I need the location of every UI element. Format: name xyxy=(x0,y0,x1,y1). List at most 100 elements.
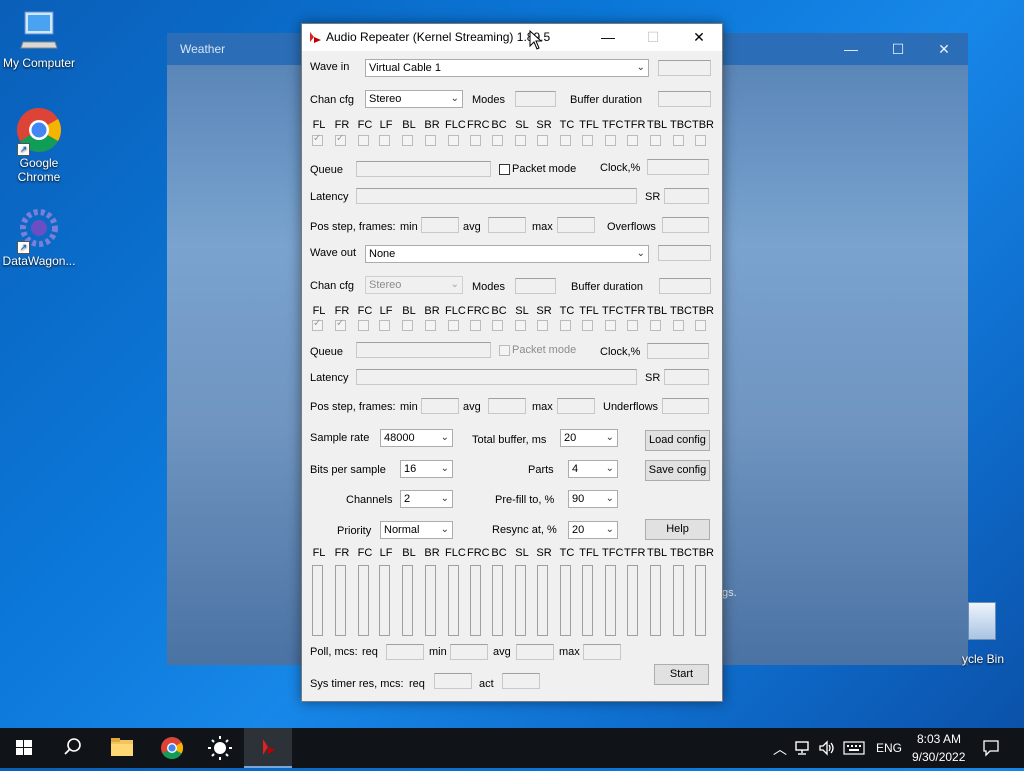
wave-in-channel-checkbox-tbl[interactable] xyxy=(650,135,661,146)
start-button[interactable]: Start xyxy=(654,664,709,685)
total-buffer-label: Total buffer, ms xyxy=(472,434,547,446)
file-explorer-taskbar-button[interactable] xyxy=(98,728,146,768)
weather-taskbar-button[interactable] xyxy=(196,728,244,768)
level-meter-frc xyxy=(470,565,481,636)
desktop-icon-my-computer[interactable]: My Computer xyxy=(1,8,77,70)
wave-out-channel-checkbox-fr[interactable]: ✓ xyxy=(335,318,346,331)
chevron-up-icon[interactable]: ︿ xyxy=(773,739,787,759)
minimize-icon[interactable]: — xyxy=(598,28,618,46)
clock-time[interactable]: 8:03 AM xyxy=(917,732,961,746)
sample-rate-select[interactable]: 48000 ⌄ xyxy=(380,429,453,447)
parts-value: 4 xyxy=(572,463,579,475)
help-button[interactable]: Help xyxy=(645,519,710,540)
wave-in-channel-checkbox-frc[interactable] xyxy=(470,135,481,146)
wave-out-channel-checkbox-tfr[interactable] xyxy=(627,320,638,331)
desktop-icon-google-chrome[interactable]: ↗ Google Chrome xyxy=(1,106,77,184)
wave-out-channel-checkbox-bl[interactable] xyxy=(402,320,413,331)
wave-in-channel-checkbox-tfc[interactable] xyxy=(605,135,616,146)
language-indicator[interactable]: ENG xyxy=(876,741,902,755)
wave-out-channel-checkbox-bc[interactable] xyxy=(492,320,503,331)
wave-in-channel-checkbox-tbc[interactable] xyxy=(673,135,684,146)
wave-out-channel-checkbox-tbc[interactable] xyxy=(673,320,684,331)
chrome-taskbar-button[interactable] xyxy=(148,728,196,768)
wave-out-channel-label-frc: FRC xyxy=(467,305,490,317)
checkmark-icon: ✓ xyxy=(313,318,322,329)
wave-in-channel-checkbox-tfl[interactable] xyxy=(582,135,593,146)
channels-select[interactable]: 2 ⌄ xyxy=(400,490,453,508)
maximize-icon[interactable]: ☐ xyxy=(643,28,663,46)
wave-in-packet-mode-checkbox[interactable] xyxy=(499,164,510,175)
wave-in-channel-checkbox-bc[interactable] xyxy=(492,135,503,146)
desktop-icon-label: Chrome xyxy=(17,170,61,184)
priority-select[interactable]: Normal ⌄ xyxy=(380,521,453,539)
wave-out-channel-checkbox-tbr[interactable] xyxy=(695,320,706,331)
audio-repeater-window[interactable]: Audio Repeater (Kernel Streaming) 1.89.5… xyxy=(301,23,723,702)
parts-select[interactable]: 4 ⌄ xyxy=(568,460,618,478)
wave-in-channel-checkbox-sl[interactable] xyxy=(515,135,526,146)
window-titlebar[interactable]: Audio Repeater (Kernel Streaming) 1.89.5… xyxy=(302,24,722,51)
wave-out-channel-checkbox-tfc[interactable] xyxy=(605,320,616,331)
wave-out-channel-checkbox-fc[interactable] xyxy=(358,320,369,331)
meter-channel-label-tc: TC xyxy=(559,547,575,559)
wave-in-clock-label: Clock,% xyxy=(600,162,641,174)
wave-in-channel-checkbox-br[interactable] xyxy=(425,135,436,146)
search-button[interactable] xyxy=(48,728,96,768)
load-config-button[interactable]: Load config xyxy=(645,430,710,451)
total-buffer-select[interactable]: 20 ⌄ xyxy=(560,429,618,447)
wave-in-channel-label-bl: BL xyxy=(402,119,416,131)
wave-in-channel-checkbox-lf[interactable] xyxy=(379,135,390,146)
desktop-icon-datawagon[interactable]: ↗ DataWagon... xyxy=(1,206,77,268)
wave-out-channel-checkbox-br[interactable] xyxy=(425,320,436,331)
wave-in-channel-checkbox-tbr[interactable] xyxy=(695,135,706,146)
wave-in-channel-checkbox-fc[interactable] xyxy=(358,135,369,146)
weather-title: Weather xyxy=(180,42,226,56)
wave-in-chan-cfg-select[interactable]: Stereo ⌄ xyxy=(365,90,463,108)
wave-out-channel-label-flc: FLC xyxy=(445,305,466,317)
wave-in-device-select[interactable]: Virtual Cable 1 ⌄ xyxy=(365,59,649,77)
wave-in-channel-checkbox-sr[interactable] xyxy=(537,135,548,146)
wave-out-device-select[interactable]: None ⌄ xyxy=(365,245,649,263)
close-icon[interactable]: ✕ xyxy=(936,41,952,57)
minimize-icon[interactable]: — xyxy=(843,41,859,57)
close-icon[interactable]: ✕ xyxy=(689,28,709,46)
wave-out-pos-min-field xyxy=(421,398,459,414)
wave-out-channel-checkbox-flc[interactable] xyxy=(448,320,459,331)
resync-select[interactable]: 20 ⌄ xyxy=(568,521,618,539)
wave-out-channel-checkbox-tc[interactable] xyxy=(560,320,571,331)
wave-in-channel-checkbox-fl[interactable]: ✓ xyxy=(312,133,323,146)
volume-icon[interactable] xyxy=(818,740,836,756)
save-config-button[interactable]: Save config xyxy=(645,460,710,481)
prefill-select[interactable]: 90 ⌄ xyxy=(568,490,618,508)
wave-out-channel-checkbox-frc[interactable] xyxy=(470,320,481,331)
wave-out-channel-checkbox-sr[interactable] xyxy=(537,320,548,331)
level-meter-fl xyxy=(312,565,323,636)
notification-icon[interactable] xyxy=(982,739,1000,757)
wave-out-channel-label-lf: LF xyxy=(379,305,393,317)
parts-label: Parts xyxy=(528,464,554,476)
wave-in-channel-checkbox-flc[interactable] xyxy=(448,135,459,146)
meter-channel-label-fc: FC xyxy=(357,547,373,559)
wave-in-channel-checkbox-bl[interactable] xyxy=(402,135,413,146)
clock-date[interactable]: 9/30/2022 xyxy=(912,750,965,764)
meter-channel-label-br: BR xyxy=(424,547,440,559)
maximize-icon[interactable]: ☐ xyxy=(890,41,906,57)
wave-out-packet-mode-checkbox[interactable] xyxy=(499,345,510,356)
wave-out-channel-checkbox-tbl[interactable] xyxy=(650,320,661,331)
keyboard-icon[interactable] xyxy=(843,741,865,755)
wave-out-chan-cfg-select[interactable]: Stereo ⌄ xyxy=(365,276,463,294)
network-icon[interactable] xyxy=(794,740,812,756)
wave-in-channel-checkbox-tc[interactable] xyxy=(560,135,571,146)
wave-out-channel-checkbox-tfl[interactable] xyxy=(582,320,593,331)
wave-in-channel-label-lf: LF xyxy=(379,119,393,131)
wave-in-channel-checkbox-tfr[interactable] xyxy=(627,135,638,146)
wave-out-channel-label-tfr: TFR xyxy=(624,305,646,317)
wave-in-chan-cfg-label: Chan cfg xyxy=(310,94,355,106)
wave-out-channel-checkbox-lf[interactable] xyxy=(379,320,390,331)
wave-in-channel-checkbox-fr[interactable]: ✓ xyxy=(335,133,346,146)
sys-timer-req-label: req xyxy=(409,678,425,690)
wave-out-channel-checkbox-sl[interactable] xyxy=(515,320,526,331)
bits-per-sample-select[interactable]: 16 ⌄ xyxy=(400,460,453,478)
start-button[interactable] xyxy=(0,728,48,768)
audio-repeater-taskbar-button[interactable] xyxy=(244,728,292,768)
wave-out-channel-checkbox-fl[interactable]: ✓ xyxy=(312,318,323,331)
